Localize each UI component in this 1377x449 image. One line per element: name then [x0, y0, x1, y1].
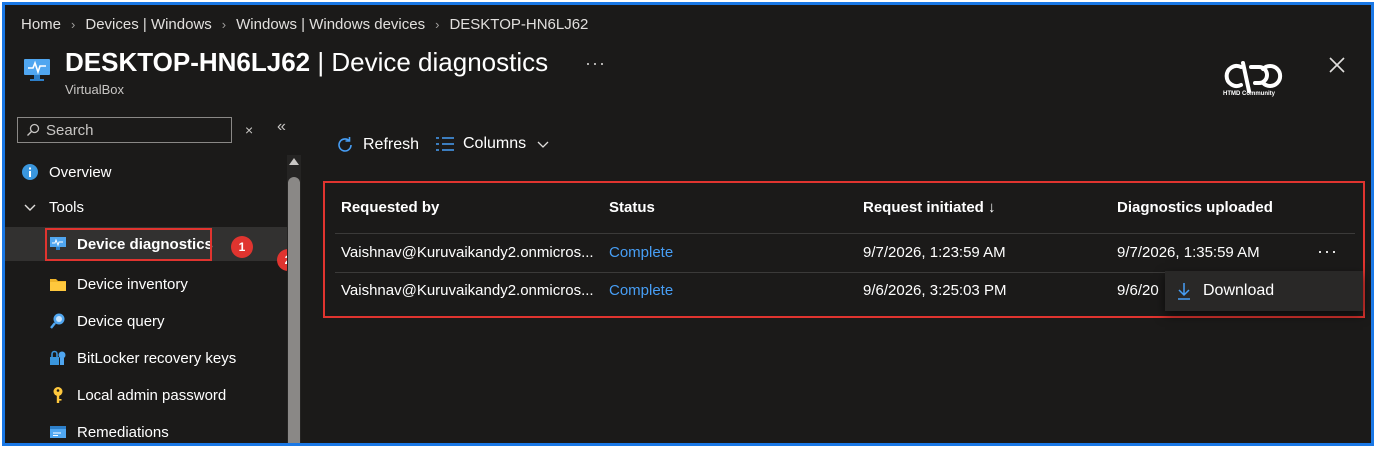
breadcrumb-devices-windows[interactable]: Devices | Windows	[85, 16, 211, 33]
chevron-down-icon	[537, 141, 549, 148]
sidebar-item-label: Overview	[49, 163, 112, 181]
folder-icon	[49, 275, 67, 293]
columns-label: Columns	[463, 135, 527, 152]
column-header-requested-by[interactable]: Requested by	[341, 199, 439, 216]
refresh-icon	[338, 137, 352, 152]
device-diagnostics-icon	[24, 59, 50, 81]
download-label: Download	[1203, 282, 1275, 299]
cell-request-initiated: 9/7/2026, 1:23:59 AM	[863, 244, 1006, 261]
key-icon	[49, 386, 67, 404]
sidebar-item-local-admin-password[interactable]: Local admin password	[49, 378, 226, 412]
cell-diagnostics-uploaded: 9/6/20	[1117, 282, 1159, 299]
sidebar-item-device-query[interactable]: Device query	[49, 304, 165, 338]
collapse-sidebar-button[interactable]: «	[277, 118, 286, 136]
page-title-separator: |	[310, 47, 332, 77]
chevron-down-icon	[21, 198, 39, 216]
sidebar-item-label: Tools	[49, 198, 85, 216]
cell-diagnostics-uploaded: 9/7/2026, 1:35:59 AM	[1117, 244, 1260, 261]
refresh-button[interactable]: Refresh	[335, 135, 419, 155]
cell-status-link[interactable]: Complete	[609, 282, 673, 299]
step-badge-1: 1	[231, 236, 253, 258]
more-options-button[interactable]: ···	[585, 53, 606, 74]
sidebar-item-label: Device inventory	[77, 275, 188, 293]
breadcrumb-home[interactable]: Home	[21, 16, 61, 33]
header-divider	[335, 233, 1355, 234]
bitlocker-icon	[49, 349, 67, 367]
breadcrumb-chevron-icon: ›	[71, 17, 76, 32]
download-icon	[1178, 283, 1190, 300]
info-icon	[21, 163, 39, 181]
logo-text: HTMD Community	[1223, 91, 1275, 97]
sidebar-item-label: Local admin password	[77, 386, 227, 404]
close-icon[interactable]	[1325, 53, 1349, 77]
remediations-icon	[49, 423, 67, 441]
page-title: DESKTOP-HN6LJ62 | Device diagnostics	[65, 47, 548, 78]
cell-requested-by: Vaishnav@Kuruvaikandy2.onmicros...	[341, 244, 594, 261]
sidebar-item-remediations[interactable]: Remediations	[49, 415, 169, 443]
page-title-device: DESKTOP-HN6LJ62	[65, 47, 311, 77]
sidebar-item-label: Device query	[77, 312, 165, 330]
scrollbar-thumb[interactable]	[288, 177, 300, 443]
cell-status-link[interactable]: Complete	[609, 244, 673, 261]
query-icon	[49, 312, 67, 330]
refresh-label: Refresh	[363, 136, 420, 153]
sidebar-item-device-inventory[interactable]: Device inventory	[49, 267, 188, 301]
column-header-request-initiated[interactable]: Request initiated ↓	[863, 199, 996, 216]
breadcrumb-device[interactable]: DESKTOP-HN6LJ62	[449, 16, 588, 33]
download-menu-item[interactable]: Download	[1165, 271, 1363, 311]
breadcrumb-windows-devices[interactable]: Windows | Windows devices	[236, 16, 425, 33]
sidebar-search[interactable]	[17, 117, 232, 143]
page-title-name: Device diagnostics	[331, 47, 549, 77]
cell-request-initiated: 9/6/2026, 3:25:03 PM	[863, 282, 1007, 299]
columns-button[interactable]: Columns	[435, 135, 550, 153]
page-subtitle: VirtualBox	[65, 82, 125, 97]
column-header-status[interactable]: Status	[609, 199, 655, 216]
sidebar-item-tools[interactable]: Tools	[21, 190, 84, 224]
breadcrumb-chevron-icon: ›	[221, 17, 227, 32]
breadcrumb: Home › Devices | Windows › Windows | Win…	[21, 16, 588, 33]
highlight-box	[45, 228, 212, 261]
row-more-options-button[interactable]: ···	[1317, 241, 1338, 262]
app-window: Home › Devices | Windows › Windows | Win…	[2, 2, 1374, 446]
column-header-diagnostics-uploaded[interactable]: Diagnostics uploaded	[1117, 199, 1273, 216]
search-icon	[27, 123, 40, 136]
sidebar-item-overview[interactable]: Overview	[21, 155, 112, 189]
columns-icon	[436, 137, 454, 151]
search-input[interactable]	[46, 121, 226, 139]
sidebar-item-bitlocker[interactable]: BitLocker recovery keys	[49, 341, 236, 375]
breadcrumb-chevron-icon: ›	[435, 17, 440, 32]
scroll-up-icon[interactable]	[289, 155, 299, 167]
cell-requested-by: Vaishnav@Kuruvaikandy2.onmicros...	[341, 282, 594, 299]
sidebar-item-label: Remediations	[77, 423, 169, 441]
clear-search-button[interactable]: ×	[245, 122, 253, 138]
sidebar-item-label: BitLocker recovery keys	[77, 349, 237, 367]
